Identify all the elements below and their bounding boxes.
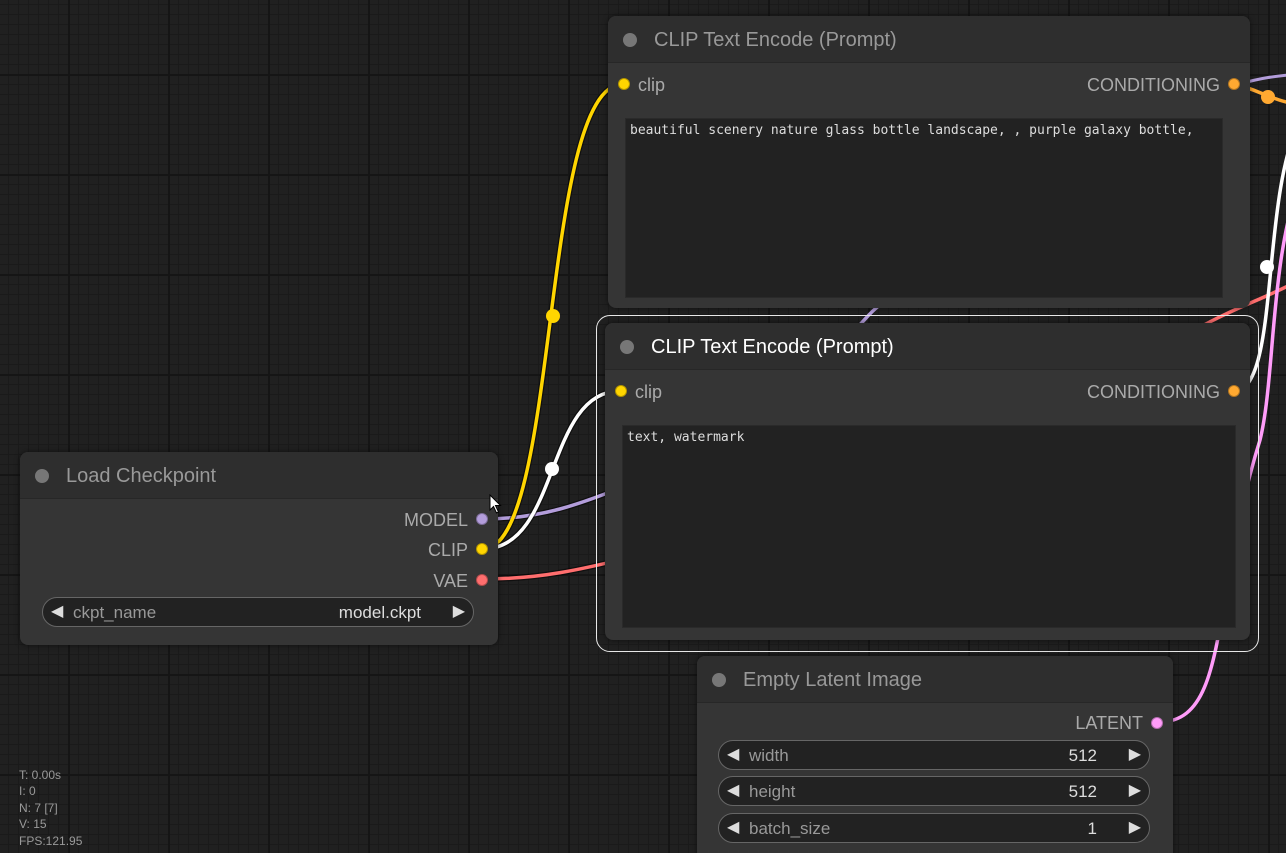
collapse-dot-icon[interactable] [623,33,637,47]
conditioning-link-positive-midpoint [1261,90,1275,104]
conditioning-output-label: CONDITIONING [1087,75,1220,95]
height-value: 512 [1068,782,1097,801]
node-header[interactable]: CLIP Text Encode (Prompt) [605,323,1250,370]
clip-input-label: clip [635,382,663,402]
increment-arrow-icon[interactable]: ▶ [1129,818,1141,838]
clip-output-label: CLIP [427,540,468,560]
node-title: Load Checkpoint [66,465,217,487]
empty-latent-image-node[interactable]: Empty Latent Image LATENT ◀ width 512 ▶ … [697,656,1173,853]
ckpt-name-label: ckpt_name [73,603,157,622]
clip-input-socket[interactable] [615,385,627,397]
collapse-dot-icon[interactable] [35,469,49,483]
height-number-widget[interactable]: ◀ height 512 ▶ [718,776,1150,806]
decrement-arrow-icon[interactable]: ◀ [51,602,63,622]
batch-size-label: batch_size [749,819,831,838]
mouse-cursor-icon [489,494,502,514]
node-title: CLIP Text Encode (Prompt) [651,336,894,358]
stat-i: I: 0 [19,784,36,799]
latent-output-label: LATENT [1075,713,1143,733]
stat-fps: FPS:121.95 [19,833,83,848]
increment-arrow-icon[interactable]: ▶ [453,602,465,622]
clip-link-positive-midpoint [546,309,560,323]
node-title: CLIP Text Encode (Prompt) [654,29,897,51]
clip-text-encode-positive-node[interactable]: CLIP Text Encode (Prompt) clip CONDITION… [608,16,1250,308]
render-stats: T: 0.00s I: 0 N: 7 [7] V: 15 FPS:121.95 [19,767,82,849]
increment-arrow-icon[interactable]: ▶ [1129,745,1141,765]
collapse-dot-icon[interactable] [620,340,634,354]
node-header[interactable]: Empty Latent Image [697,656,1173,703]
vae-output-socket[interactable] [476,574,488,586]
batch-size-value: 1 [1087,819,1097,838]
conditioning-output-socket[interactable] [1228,78,1240,90]
node-title: Empty Latent Image [743,669,922,691]
ckpt-name-value: model.ckpt [338,603,421,622]
clip-input-socket[interactable] [618,78,630,90]
prompt-text-input[interactable]: text, watermark [622,425,1236,628]
conditioning-link-negative-midpoint [1260,260,1274,274]
clip-output-socket[interactable] [476,543,488,555]
prompt-text-input[interactable]: beautiful scenery nature glass bottle la… [625,118,1223,298]
decrement-arrow-icon[interactable]: ◀ [727,818,739,838]
load-checkpoint-node[interactable]: Load Checkpoint MODEL CLIP VAE ◀ ckpt_na… [20,452,498,645]
node-header[interactable]: Load Checkpoint [20,452,498,499]
decrement-arrow-icon[interactable]: ◀ [727,781,739,801]
collapse-dot-icon[interactable] [712,673,726,687]
node-header[interactable]: CLIP Text Encode (Prompt) [608,16,1250,63]
latent-output-socket[interactable] [1151,717,1163,729]
stat-vertices: V: 15 [19,817,47,832]
conditioning-output-socket[interactable] [1228,385,1240,397]
width-label: width [749,746,789,765]
width-number-widget[interactable]: ◀ width 512 ▶ [718,740,1150,770]
height-label: height [749,782,796,801]
clip-link-negative-midpoint [545,462,559,476]
batch-size-number-widget[interactable]: ◀ batch_size 1 ▶ [718,813,1150,843]
vae-output-label: VAE [433,571,468,591]
increment-arrow-icon[interactable]: ▶ [1129,781,1141,801]
model-output-socket[interactable] [476,513,488,525]
width-value: 512 [1068,746,1097,765]
ckpt-name-combo[interactable]: ◀ ckpt_name model.ckpt ▶ [42,597,474,627]
conditioning-output-label: CONDITIONING [1087,382,1220,402]
decrement-arrow-icon[interactable]: ◀ [727,745,739,765]
model-output-label: MODEL [403,510,468,530]
stat-nodes: N: 7 [7] [19,800,58,815]
clip-text-encode-negative-node[interactable]: CLIP Text Encode (Prompt) clip CONDITION… [605,323,1250,640]
stat-time: T: 0.00s [19,768,62,782]
clip-input-label: clip [638,75,666,95]
